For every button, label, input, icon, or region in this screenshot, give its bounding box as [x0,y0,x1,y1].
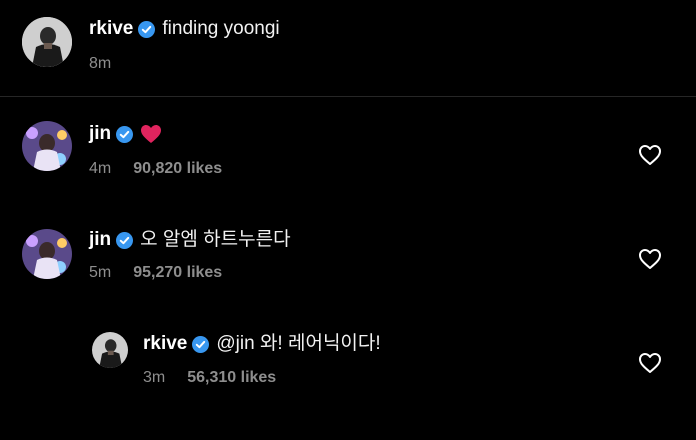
comment-username[interactable]: jin [89,228,111,252]
reply-likes[interactable]: 56,310 likes [187,369,276,386]
comment-username[interactable]: jin [89,122,111,146]
comment-time[interactable]: 4m [89,160,111,177]
verified-badge-icon [138,20,156,38]
reply-meta: 3m 56,310 likes [143,368,276,388]
avatar-jin[interactable] [22,121,72,171]
comment-text: 오 알엠 하트누른다 [140,229,291,250]
caption-time[interactable]: 8m [89,55,111,72]
reply-item: rkive @jin 와! 레어닉이다! 3m 56,310 likes [0,305,696,440]
avatar-rkive[interactable] [92,332,128,368]
comment-line: jin 오 알엠 하트누른다 [89,228,291,252]
reply-time[interactable]: 3m [143,369,165,386]
like-button[interactable] [638,248,662,270]
reply-line: rkive @jin 와! 레어닉이다! [143,332,381,356]
verified-badge-icon [116,125,134,143]
comment-likes[interactable]: 90,820 likes [133,160,222,177]
reply-username[interactable]: rkive [143,332,187,356]
comment-meta: 4m 90,820 likes [89,159,222,179]
verified-badge-icon [192,335,210,353]
like-button[interactable] [638,144,662,166]
caption: rkive finding yoongi 8m [0,0,696,96]
comment-likes[interactable]: 95,270 likes [133,264,222,281]
caption-line: rkive finding yoongi [89,17,280,41]
caption-meta: 8m [89,54,111,74]
caption-text: finding yoongi [162,18,280,39]
heart-outline-icon [639,353,661,373]
red-heart-emoji [140,124,162,144]
comment-meta: 5m 95,270 likes [89,263,222,283]
reply-text: @jin 와! 레어닉이다! [216,333,381,354]
avatar-rkive[interactable] [22,17,72,67]
comment-item: jin 오 알엠 하트누른다 5m 95,270 likes [0,201,696,305]
heart-outline-icon [639,145,661,165]
comment-time[interactable]: 5m [89,264,111,281]
comment-item: jin 4m 90,820 likes [0,97,696,201]
heart-outline-icon [639,249,661,269]
avatar-jin[interactable] [22,229,72,279]
comment-line: jin [89,122,162,146]
verified-badge-icon [116,231,134,249]
caption-username[interactable]: rkive [89,17,133,41]
like-button[interactable] [638,352,662,374]
